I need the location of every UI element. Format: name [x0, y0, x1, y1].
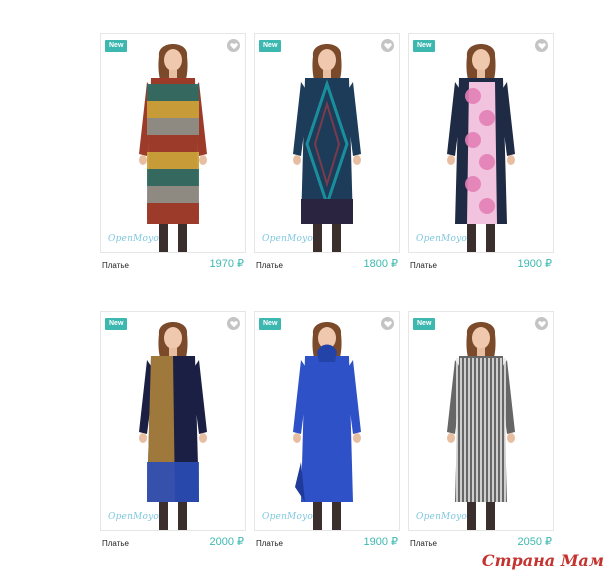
new-badge: New [413, 318, 436, 330]
product-card[interactable]: New OpenMoyo Платье 1800 ₽ [254, 33, 400, 273]
new-badge: New [413, 40, 436, 52]
new-badge: New [259, 40, 282, 52]
brand-logo: OpenMoyo [262, 234, 313, 244]
product-photo[interactable]: New OpenMoyo [408, 311, 554, 531]
product-photo[interactable]: New OpenMoyo [100, 33, 246, 253]
product-name[interactable]: Платье [410, 539, 437, 548]
favorite-heart-icon[interactable] [381, 39, 394, 52]
product-card[interactable]: New OpenMoyo Платье 1900 ₽ [408, 33, 554, 273]
product-price: 2050 ₽ [517, 536, 552, 548]
dress-illustration [447, 44, 515, 252]
product-photo[interactable]: New OpenMoyo [254, 33, 400, 253]
new-badge: New [105, 318, 128, 330]
product-name[interactable]: Платье [256, 539, 283, 548]
site-watermark: Страна Мам [481, 551, 604, 570]
dress-illustration [139, 322, 207, 530]
product-price: 1900 ₽ [517, 258, 552, 270]
new-badge: New [259, 318, 282, 330]
product-name[interactable]: Платье [102, 261, 129, 270]
dress-illustration [293, 322, 361, 530]
favorite-heart-icon[interactable] [227, 39, 240, 52]
product-price: 1970 ₽ [209, 258, 244, 270]
brand-logo: OpenMoyo [108, 512, 159, 522]
dress-illustration [447, 322, 515, 530]
dress-illustration [293, 44, 361, 252]
product-card[interactable]: New OpenMoyo Платье 1970 ₽ [100, 33, 246, 273]
favorite-heart-icon[interactable] [535, 39, 548, 52]
product-photo[interactable]: New OpenMoyo [254, 311, 400, 531]
dress-illustration [139, 44, 207, 252]
favorite-heart-icon[interactable] [227, 317, 240, 330]
product-name[interactable]: Платье [102, 539, 129, 548]
favorite-heart-icon[interactable] [381, 317, 394, 330]
product-name[interactable]: Платье [410, 261, 437, 270]
product-photo[interactable]: New OpenMoyo [408, 33, 554, 253]
product-photo[interactable]: New OpenMoyo [100, 311, 246, 531]
product-price: 1900 ₽ [363, 536, 398, 548]
new-badge: New [105, 40, 128, 52]
product-price: 1800 ₽ [363, 258, 398, 270]
product-price: 2000 ₽ [209, 536, 244, 548]
brand-logo: OpenMoyo [416, 234, 467, 244]
product-name[interactable]: Платье [256, 261, 283, 270]
favorite-heart-icon[interactable] [535, 317, 548, 330]
product-card[interactable]: New OpenMoyo Платье 2000 ₽ [100, 311, 246, 551]
product-card[interactable]: New OpenMoyo Платье 1900 ₽ [254, 311, 400, 551]
brand-logo: OpenMoyo [416, 512, 467, 522]
product-card[interactable]: New OpenMoyo Платье 2050 ₽ [408, 311, 554, 551]
brand-logo: OpenMoyo [262, 512, 313, 522]
brand-logo: OpenMoyo [108, 234, 159, 244]
